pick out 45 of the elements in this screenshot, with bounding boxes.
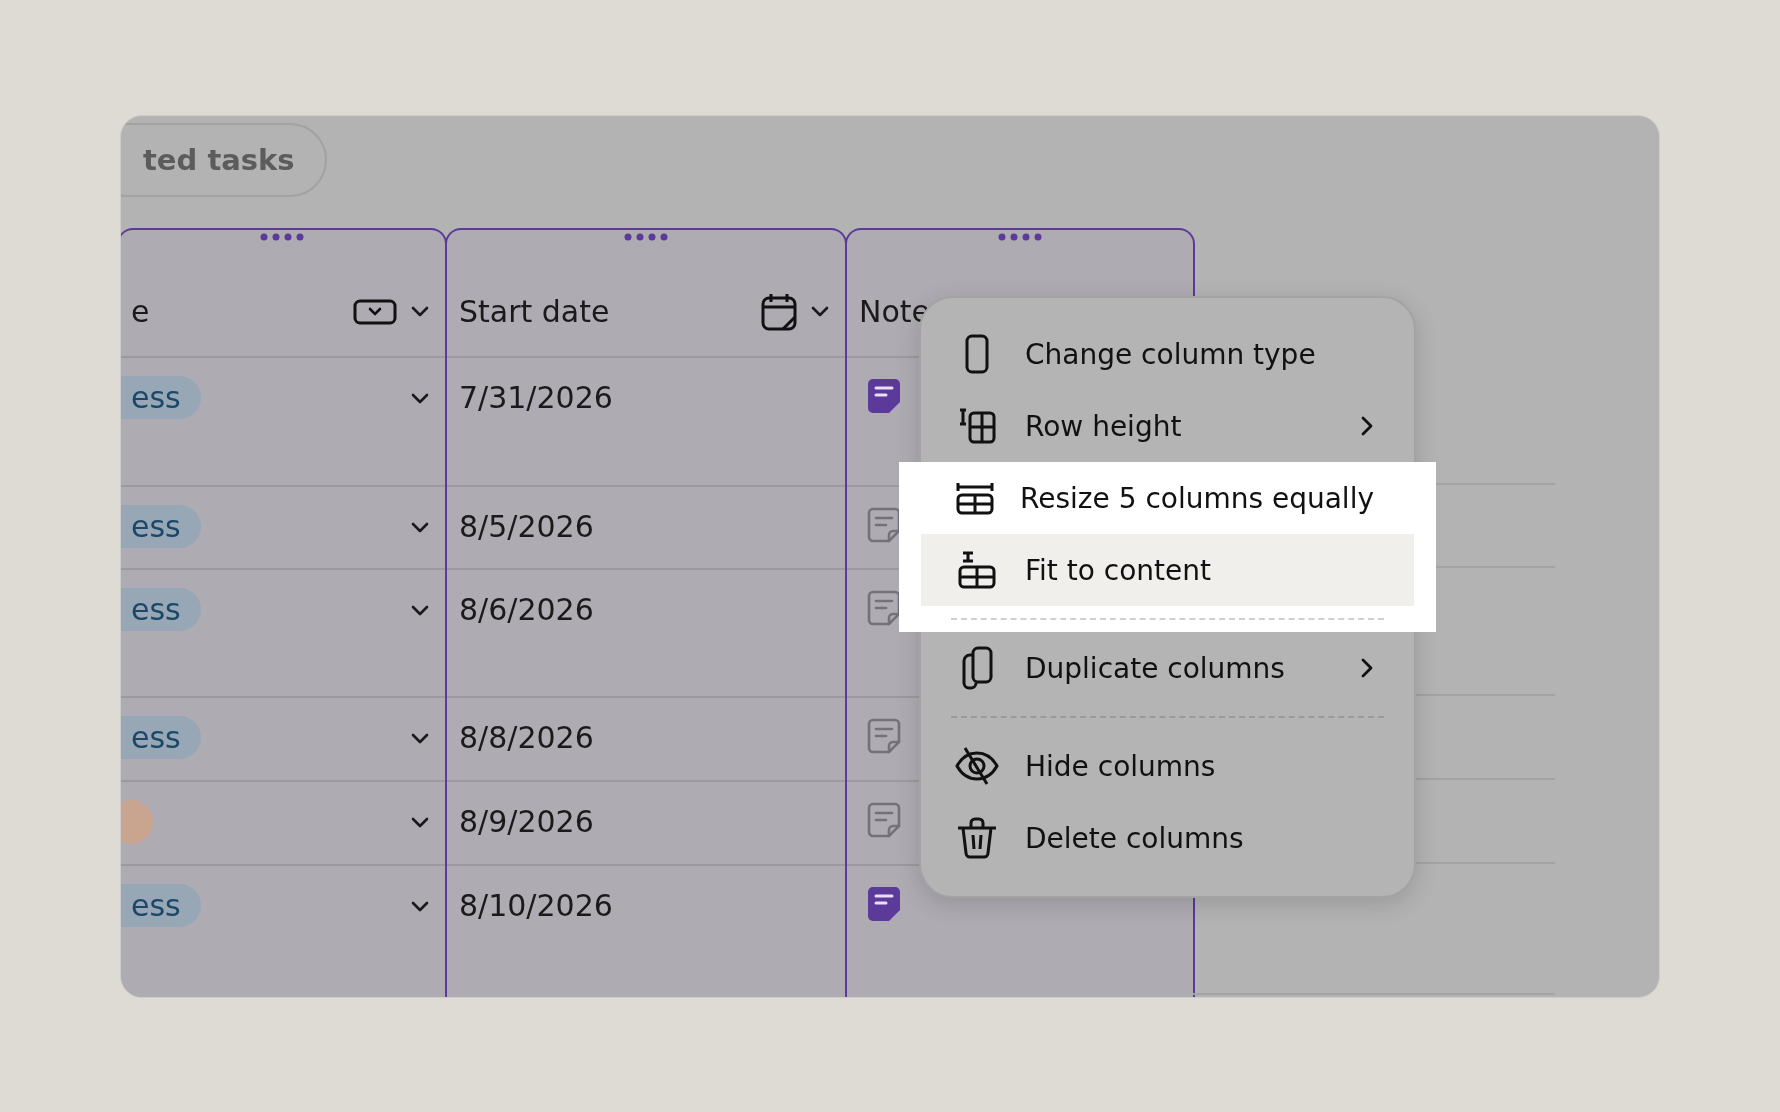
- drag-handle-icon[interactable]: [998, 233, 1042, 241]
- chevron-down-icon[interactable]: [411, 605, 429, 617]
- status-tag: ess: [121, 588, 201, 631]
- column-header[interactable]: Start date: [459, 294, 747, 329]
- note-icon[interactable]: [867, 507, 901, 543]
- status-tag: ess: [121, 884, 201, 927]
- menu-item[interactable]: Row height: [921, 390, 1414, 462]
- date-cell-text: 7/31/2026: [459, 379, 613, 415]
- menu-item[interactable]: Duplicate columns: [921, 632, 1414, 704]
- dropdown-field-icon: [353, 298, 397, 325]
- status-tag: ess: [121, 716, 201, 759]
- menu-item[interactable]: Fit to content: [921, 534, 1414, 606]
- resize-columns-icon: [954, 481, 995, 515]
- menu-item[interactable]: Delete columns: [921, 802, 1414, 874]
- table-column[interactable]: e ess ess ess ess ess: [121, 228, 447, 997]
- chevron-down-icon[interactable]: [411, 817, 429, 829]
- chevron-down-icon[interactable]: [411, 901, 429, 913]
- calendar-icon: [761, 292, 797, 331]
- date-cell-text: 8/8/2026: [459, 719, 594, 755]
- chevron-down-icon[interactable]: [411, 305, 429, 318]
- drag-handle-icon[interactable]: [624, 233, 668, 241]
- chevron-down-icon[interactable]: [411, 393, 429, 405]
- menu-item[interactable]: Resize 5 columns equally: [921, 462, 1414, 534]
- chevron-down-icon[interactable]: [811, 305, 829, 318]
- status-tag: ess: [121, 376, 201, 419]
- date-cell-text: 8/5/2026: [459, 508, 594, 544]
- status-tag: ess: [121, 505, 201, 548]
- date-cell-text: 8/10/2026: [459, 887, 613, 923]
- column-icon: [965, 334, 989, 374]
- note-icon[interactable]: [867, 378, 901, 414]
- fit-content-icon: [957, 551, 997, 589]
- drag-handle-icon[interactable]: [260, 233, 304, 241]
- chevron-down-icon[interactable]: [411, 733, 429, 745]
- trash-icon: [956, 817, 998, 859]
- note-icon[interactable]: [867, 886, 901, 922]
- chevron-down-icon[interactable]: [411, 522, 429, 534]
- column-header[interactable]: e: [131, 294, 339, 329]
- date-cell-text: 8/9/2026: [459, 803, 594, 839]
- row-height-icon: [957, 408, 997, 444]
- table-column[interactable]: Start date 7/31/2026 8/5/2026 8/6/2026 8/8/2026 8/9/2026 8/10/2026: [445, 228, 847, 997]
- menu-item[interactable]: Hide columns: [921, 730, 1414, 802]
- duplicate-icon: [961, 646, 993, 690]
- note-icon[interactable]: [867, 590, 901, 626]
- menu-item[interactable]: Change column type: [921, 318, 1414, 390]
- date-cell-text: 8/6/2026: [459, 591, 594, 627]
